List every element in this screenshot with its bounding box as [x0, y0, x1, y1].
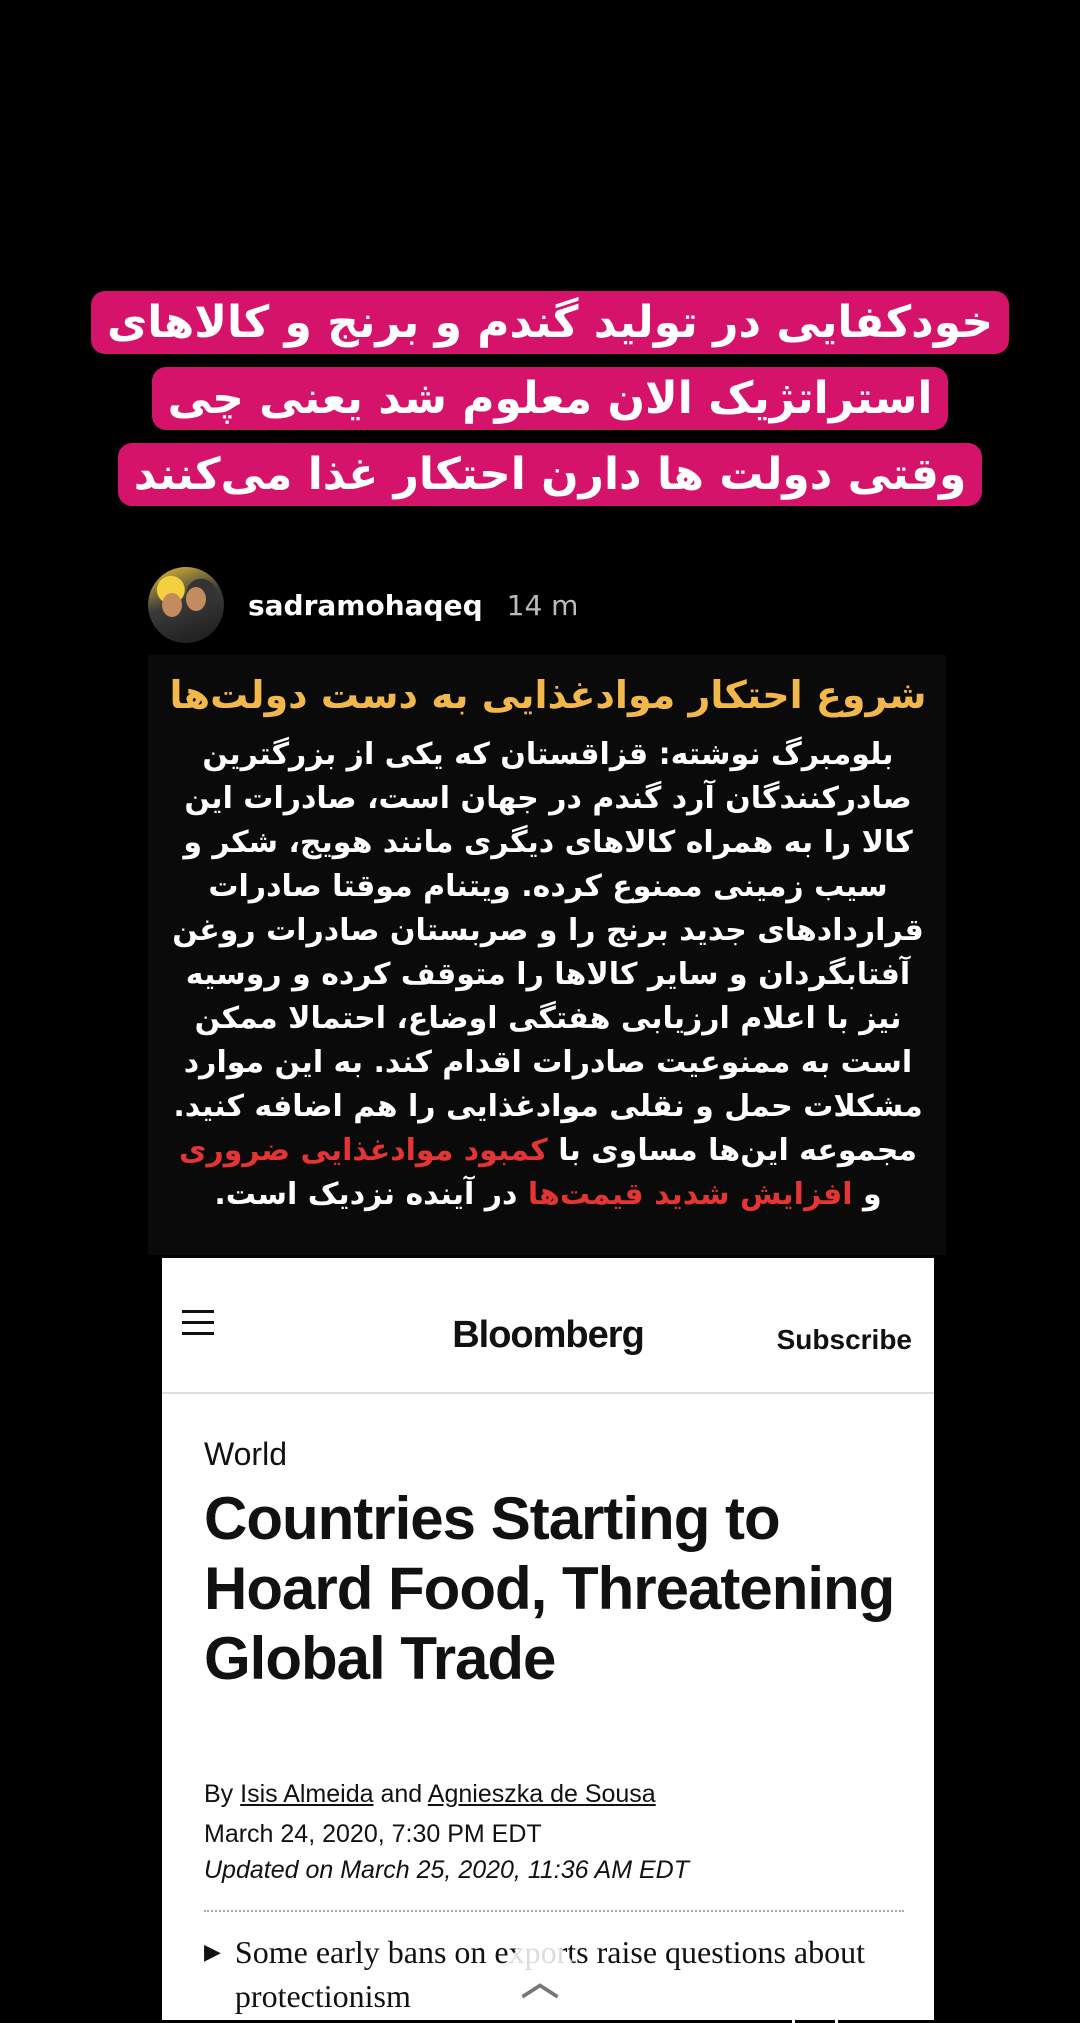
article-byline: By Isis Almeida and Agnieszka de Sousa — [204, 1780, 656, 1809]
post-highlight-prices: افزایش شدید قیمت‌ها — [527, 1177, 853, 1212]
caption-line-1: خودکفایی در تولید گندم و برنج و کالاهای — [90, 291, 1010, 354]
post-highlight-shortage: کمبود موادغذایی ضروری — [179, 1133, 548, 1168]
post-body-text: بلومبرگ نوشته: قزاقستان که یکی از بزرگتر… — [172, 737, 924, 1168]
post-time: 14 m — [506, 588, 579, 622]
subscribe-button[interactable]: Subscribe — [777, 1324, 912, 1356]
post-body-end: در آینده نزدیک است. — [214, 1177, 518, 1212]
caption-line-3: وقتی دولت ها دارن احتکار غذا می‌کنند — [117, 443, 983, 506]
post-body: بلومبرگ نوشته: قزاقستان که یکی از بزرگتر… — [168, 733, 928, 1217]
byline-by: By — [204, 1780, 234, 1808]
bloomberg-article-card: Bloomberg Subscribe World Countries Star… — [162, 1258, 934, 2020]
story-caption: خودکفایی در تولید گندم و برنج و کالاهای … — [70, 285, 1030, 513]
caption-line-2: استراتژیک الان معلوم شد یعنی چی — [151, 367, 949, 430]
byline-and: and — [380, 1780, 423, 1808]
send-icon[interactable] — [792, 2004, 838, 2023]
article-section: World — [204, 1436, 287, 1472]
divider — [204, 1910, 904, 1912]
username[interactable]: sadramohaqeq — [248, 589, 483, 622]
post-header[interactable]: sadramohaqeq 14 m — [148, 565, 578, 645]
article-updated: Updated on March 25, 2020, 11:36 AM EDT — [204, 1856, 689, 1884]
author-link-2[interactable]: Agnieszka de Sousa — [428, 1780, 656, 1808]
avatar[interactable] — [148, 567, 224, 643]
post-connector: و — [863, 1177, 882, 1212]
article-date: March 24, 2020, 7:30 PM EDT — [204, 1820, 542, 1848]
triangle-right-icon: ▶ — [204, 1939, 221, 1964]
author-link-1[interactable]: Isis Almeida — [240, 1780, 373, 1808]
chevron-up-icon: ︿ — [520, 1959, 559, 2004]
swipe-up-button[interactable]: ︿ — [504, 1942, 576, 2014]
bloomberg-header: Bloomberg Subscribe — [162, 1258, 934, 1394]
post-image: شروع احتکار موادغذایی به دست دولت‌ها بلو… — [148, 655, 946, 1255]
article-headline: Countries Starting to Hoard Food, Threat… — [204, 1485, 895, 1692]
post-title: شروع احتکار موادغذایی به دست دولت‌ها — [169, 673, 927, 717]
